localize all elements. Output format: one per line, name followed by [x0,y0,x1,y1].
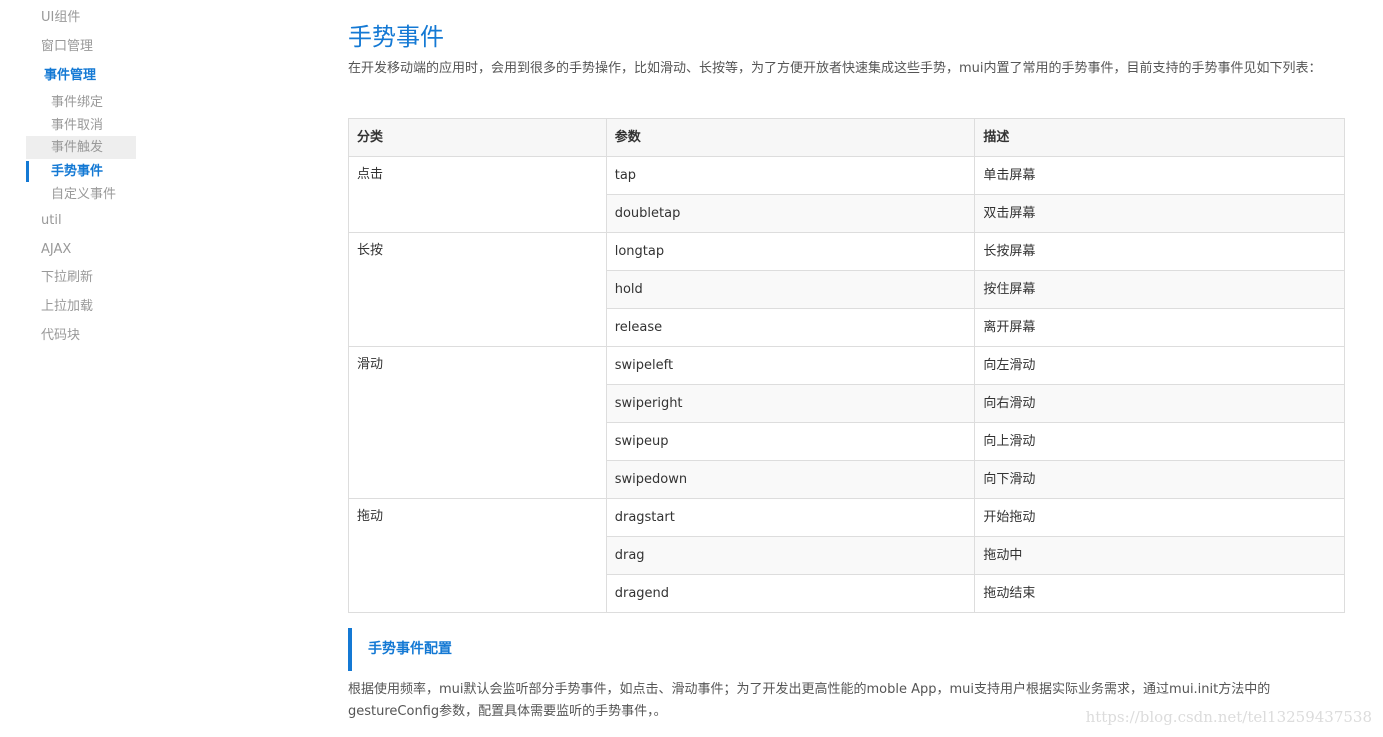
table-row: 拖动 dragstart 开始拖动 [348,498,1345,613]
sidebar-subitem-gesture-events[interactable]: 手势事件 [26,160,136,183]
sidebar-nav: UI组件 窗口管理 事件管理 事件绑定 事件取消 事件触发 手势事件 自定义事件… [0,0,150,737]
description-cell: 开始拖动 [974,498,1345,537]
description-cell: 向上滑动 [974,422,1345,461]
table-row: 滑动 swipeleft 向左滑动 [348,346,1345,499]
param-cell: tap [605,156,976,195]
sidebar-subitem-event-trigger[interactable]: 事件触发 [26,136,136,159]
description-cell: 按住屏幕 [974,270,1345,309]
description-cell: 向右滑动 [974,384,1345,423]
sidebar-item-window-management[interactable]: 窗口管理 [41,38,93,56]
category-cell: 拖动 [348,498,607,613]
sidebar-item-code-block[interactable]: 代码块 [41,327,80,345]
category-cell: 点击 [348,156,607,233]
sidebar-subitem-event-binding[interactable]: 事件绑定 [26,91,136,114]
gesture-events-table: 分类 参数 描述 点击 tap 单击屏幕 doubletap 双击屏幕 长按 l… [348,118,1345,613]
table-row: 点击 tap 单击屏幕 [348,156,1345,233]
column-header-param: 参数 [605,118,976,157]
sidebar-item-ajax[interactable]: AJAX [41,241,71,259]
section-heading-gesture-config: 手势事件配置 [348,628,648,671]
description-cell: 向下滑动 [974,460,1345,499]
description-cell: 离开屏幕 [974,308,1345,347]
sidebar-item-event-management[interactable]: 事件管理 [44,67,96,85]
param-cell: swipeup [605,422,976,461]
column-header-category: 分类 [348,118,607,157]
sidebar-item-util[interactable]: util [41,212,62,230]
param-cell: longtap [605,232,976,271]
description-cell: 拖动中 [974,536,1345,575]
param-cell: swipeleft [605,346,976,385]
category-cell: 长按 [348,232,607,347]
param-cell: drag [605,536,976,575]
category-cell: 滑动 [348,346,607,499]
description-cell: 单击屏幕 [974,156,1345,195]
sidebar-subitem-custom-events[interactable]: 自定义事件 [26,183,136,206]
param-cell: dragstart [605,498,976,537]
description-cell: 向左滑动 [974,346,1345,385]
param-cell: hold [605,270,976,309]
sidebar-subitem-event-cancel[interactable]: 事件取消 [26,114,136,137]
page-title: 手势事件 [348,23,444,51]
table-header-row: 分类 参数 描述 [348,118,1345,157]
sidebar-item-pull-refresh[interactable]: 下拉刷新 [41,269,93,287]
description-cell: 双击屏幕 [974,194,1345,233]
column-header-description: 描述 [974,118,1345,157]
param-cell: release [605,308,976,347]
param-cell: swiperight [605,384,976,423]
param-cell: dragend [605,574,976,613]
sidebar-item-ui-components[interactable]: UI组件 [41,9,80,27]
description-cell: 长按屏幕 [974,232,1345,271]
param-cell: swipedown [605,460,976,499]
sidebar-item-pull-up-load[interactable]: 上拉加载 [41,298,93,316]
description-cell: 拖动结束 [974,574,1345,613]
param-cell: doubletap [605,194,976,233]
intro-paragraph: 在开发移动端的应用时，会用到很多的手势操作，比如滑动、长按等，为了方便开放者快速… [348,61,1322,76]
watermark-url: https://blog.csdn.net/tel13259437538 [1085,708,1372,726]
table-row: 长按 longtap 长按屏幕 [348,232,1345,347]
